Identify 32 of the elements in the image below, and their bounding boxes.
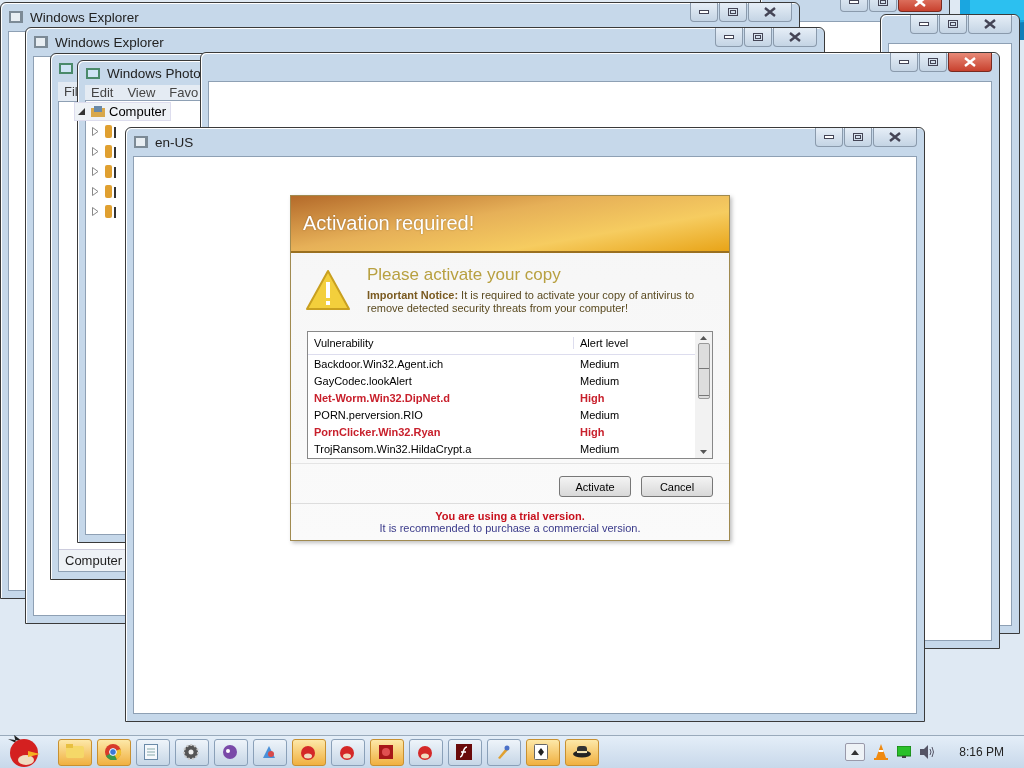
window-title: en-US xyxy=(155,134,194,150)
window-title: Windows Photo xyxy=(107,65,201,81)
window-title: Windows Explorer xyxy=(55,34,164,50)
notice-text: Important Notice: It is required to activate your copy of antivirus to remove detected security threats from your computer! xyxy=(367,289,696,316)
trial-warning: You are using a trial version. xyxy=(434,510,586,523)
purchase-note: It is recommended to purchase a commercial version. xyxy=(378,522,642,535)
menu-item[interactable]: Fil xyxy=(64,84,78,99)
menu-item[interactable]: Edit xyxy=(91,85,114,100)
alert-level: High xyxy=(579,425,605,438)
threat-name: PORN.perversion.RIO xyxy=(313,408,424,421)
menu-item[interactable]: Favo xyxy=(169,85,199,100)
threat-name: Net-Worm.Win32.DipNet.d xyxy=(313,391,451,404)
alert-level: Medium xyxy=(579,408,620,421)
window-title: Windows Explorer xyxy=(30,9,139,25)
tree-item[interactable]: Computer xyxy=(74,102,172,121)
alert-level: Medium xyxy=(579,357,620,370)
dialog-button[interactable]: Activate xyxy=(559,476,631,498)
threat-name: PornClicker.Win32.Ryan xyxy=(313,425,442,438)
status-text: Computer xyxy=(65,553,123,568)
dialog-button[interactable]: Cancel xyxy=(641,476,713,498)
column-header[interactable]: Vulnerability xyxy=(308,337,574,350)
dialog-title: Activation required! xyxy=(303,212,475,235)
threat-name: GayCodec.lookAlert xyxy=(313,374,413,387)
threat-name: Backdoor.Win32.Agent.ich xyxy=(313,357,445,370)
alert-level: Medium xyxy=(579,374,620,387)
alert-level: Medium xyxy=(579,442,620,455)
column-header[interactable]: Alert level xyxy=(574,337,629,350)
threat-name: TrojRansom.Win32.HildaCrypt.a xyxy=(313,442,473,455)
alert-level: High xyxy=(579,391,605,404)
clock[interactable]: 8:16 PM xyxy=(959,745,1004,759)
dialog-heading: Please activate your copy xyxy=(367,265,562,285)
menu-item[interactable]: View xyxy=(127,85,156,100)
